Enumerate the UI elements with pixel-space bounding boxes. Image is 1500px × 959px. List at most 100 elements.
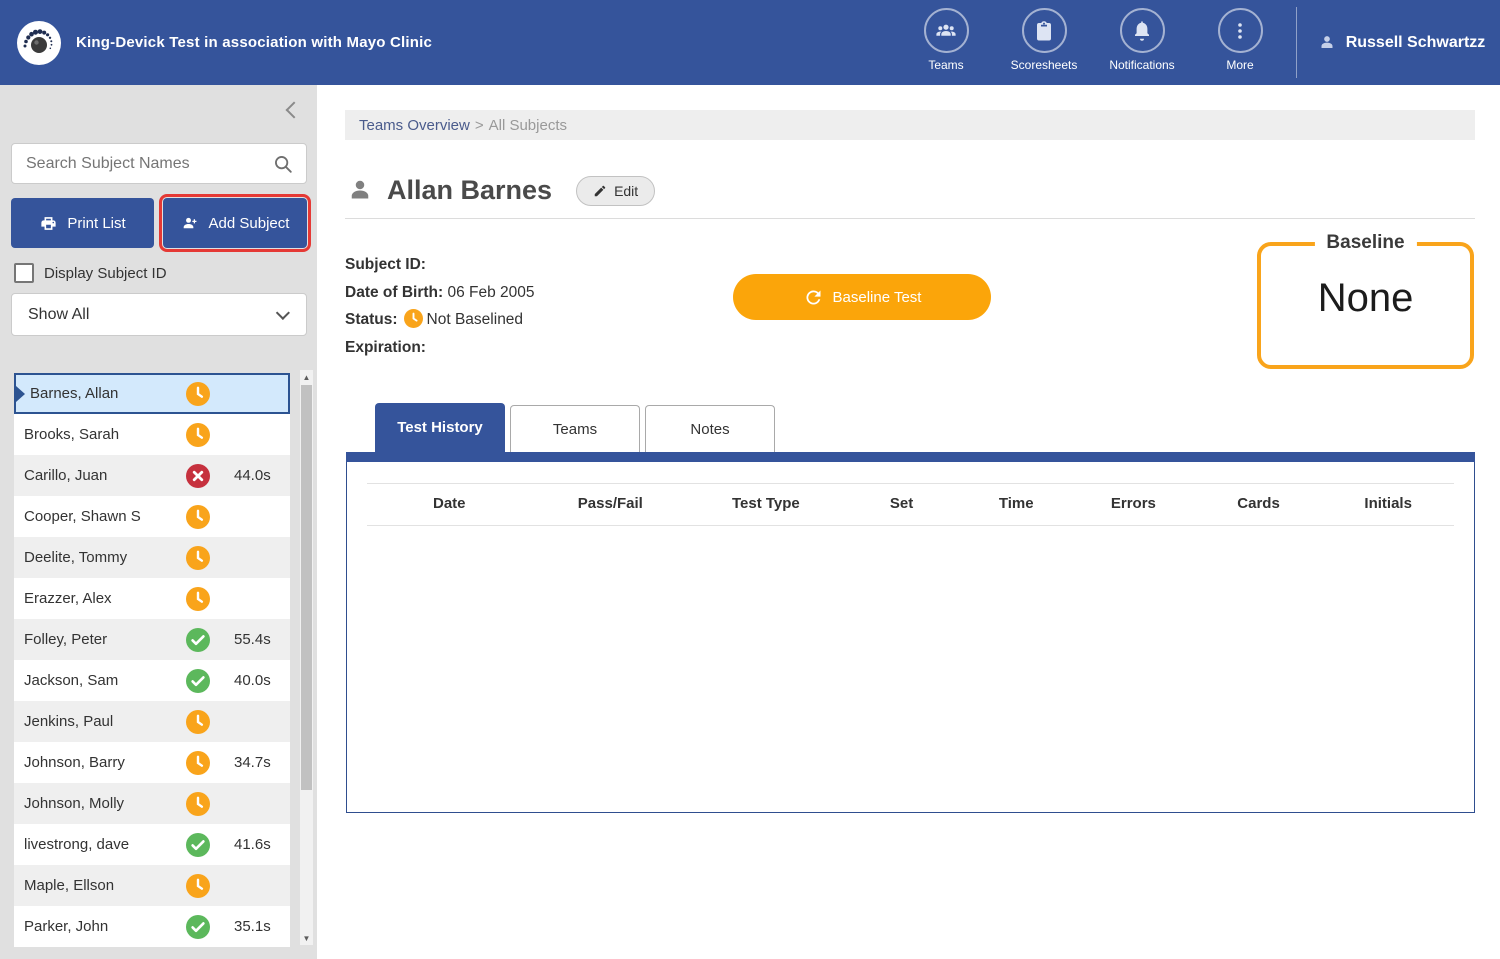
subject-row[interactable]: Maple, Ellson [14,865,290,906]
add-subject-label: Add Subject [209,215,290,232]
column-header: Date [367,495,532,512]
clock-icon [186,382,210,406]
expiration-row: Expiration: [345,334,535,362]
subject-row[interactable]: Brooks, Sarah [14,414,290,455]
subject-name: Jackson, Sam [24,672,186,689]
show-all-value: Show All [12,306,280,324]
breadcrumb: Teams Overview > All Subjects [345,110,1475,140]
nav-item-notifications[interactable]: Notifications [1093,8,1191,72]
printer-icon [39,214,58,233]
person-icon [1317,33,1337,53]
subject-row[interactable]: Parker, John 35.1s [14,906,290,947]
subject-row[interactable]: Barnes, Allan [14,373,290,414]
status-icon [186,833,210,857]
brand: King-Devick Test in association with May… [16,0,432,85]
sidebar: Print List Add Subject Display Subject I… [0,85,317,959]
search-icon[interactable] [272,153,294,175]
scrollbar-thumb[interactable] [301,385,312,790]
check-icon [186,669,210,693]
column-header: Initials [1322,495,1454,512]
nav-divider [1296,7,1297,78]
clock-icon [186,792,210,816]
add-subject-button[interactable]: Add Subject [163,198,307,248]
clock-icon [186,710,210,734]
pencil-icon [593,184,607,198]
search-box [11,143,307,184]
subject-name: Maple, Ellson [24,877,186,894]
subject-name: Johnson, Barry [24,754,186,771]
subject-row[interactable]: Jackson, Sam 40.0s [14,660,290,701]
subject-row[interactable]: Cooper, Shawn S [14,496,290,537]
app-root: King-Devick Test in association with May… [0,0,1500,959]
clock-icon [186,751,210,775]
subject-list-scrollbar[interactable]: ▲ ▼ [300,370,313,945]
nav-item-label: More [1226,58,1253,72]
scrollbar-down-icon[interactable]: ▼ [300,931,313,945]
clock-icon [186,505,210,529]
teams-icon [924,8,969,53]
check-icon [186,833,210,857]
nav-item-scoresheets[interactable]: Scoresheets [995,8,1093,72]
nav-item-teams[interactable]: Teams [897,8,995,72]
status-icon [186,669,210,693]
edit-button[interactable]: Edit [576,176,655,206]
status-icon [186,874,210,898]
column-header: Errors [1072,495,1195,512]
divider [345,218,1475,219]
display-subject-id-checkbox[interactable] [14,263,34,283]
collapse-sidebar-icon[interactable] [283,101,301,119]
dob-row: Date of Birth: 06 Feb 2005 [345,279,535,307]
user-menu[interactable]: Russell Schwartzz [1306,0,1496,85]
column-header: Cards [1195,495,1323,512]
display-subject-id-option[interactable]: Display Subject ID [14,263,167,283]
page-title: Allan Barnes [387,175,552,206]
column-header: Test Type [689,495,843,512]
subject-details: Subject ID: Date of Birth: 06 Feb 2005 S… [345,251,535,361]
subject-id-row: Subject ID: [345,251,535,279]
subject-time: 35.1s [234,918,271,935]
tab-notes[interactable]: Notes [645,405,775,452]
subject-time: 44.0s [234,467,271,484]
baseline-test-button[interactable]: Baseline Test [733,274,991,320]
clock-icon [186,546,210,570]
breadcrumb-teams-overview[interactable]: Teams Overview [359,117,470,134]
subject-time: 40.0s [234,672,271,689]
baseline-panel-title: Baseline [1314,232,1416,254]
status-icon [186,751,210,775]
user-name: Russell Schwartzz [1346,34,1486,52]
display-subject-id-label: Display Subject ID [44,265,167,282]
subject-row[interactable]: Carillo, Juan 44.0s [14,455,290,496]
more-icon [1218,8,1263,53]
scrollbar-up-icon[interactable]: ▲ [300,370,313,384]
check-icon [186,628,210,652]
status-icon [186,423,210,447]
subject-row[interactable]: Folley, Peter 55.4s [14,619,290,660]
status-icon [186,792,210,816]
tab-test-history[interactable]: Test History [375,403,505,452]
show-all-dropdown[interactable]: Show All [11,293,307,336]
edit-label: Edit [614,183,638,199]
clock-icon [404,309,423,328]
dob-label: Date of Birth: [345,284,443,301]
test-history-panel: DatePass/FailTest TypeSetTimeErrorsCards… [346,452,1475,813]
subject-row[interactable]: Erazzer, Alex [14,578,290,619]
subject-time: 55.4s [234,631,271,648]
subject-row[interactable]: Deelite, Tommy [14,537,290,578]
print-list-button[interactable]: Print List [11,198,154,248]
subject-name: Johnson, Molly [24,795,186,812]
x-icon [186,464,210,488]
person-icon [345,176,375,206]
subject-row[interactable]: Johnson, Barry 34.7s [14,742,290,783]
subject-row[interactable]: livestrong, dave 41.6s [14,824,290,865]
subject-name: Deelite, Tommy [24,549,186,566]
tab-teams[interactable]: Teams [510,405,640,452]
search-input[interactable] [12,155,272,173]
subject-name: Folley, Peter [24,631,186,648]
nav-item-more[interactable]: More [1191,8,1289,72]
sidebar-buttons: Print List Add Subject [11,198,307,248]
subject-row[interactable]: Johnson, Molly [14,783,290,824]
clock-icon [186,874,210,898]
subject-row[interactable]: Jenkins, Paul [14,701,290,742]
nav-item-label: Notifications [1109,58,1174,72]
table-header-row: DatePass/FailTest TypeSetTimeErrorsCards… [367,483,1454,526]
